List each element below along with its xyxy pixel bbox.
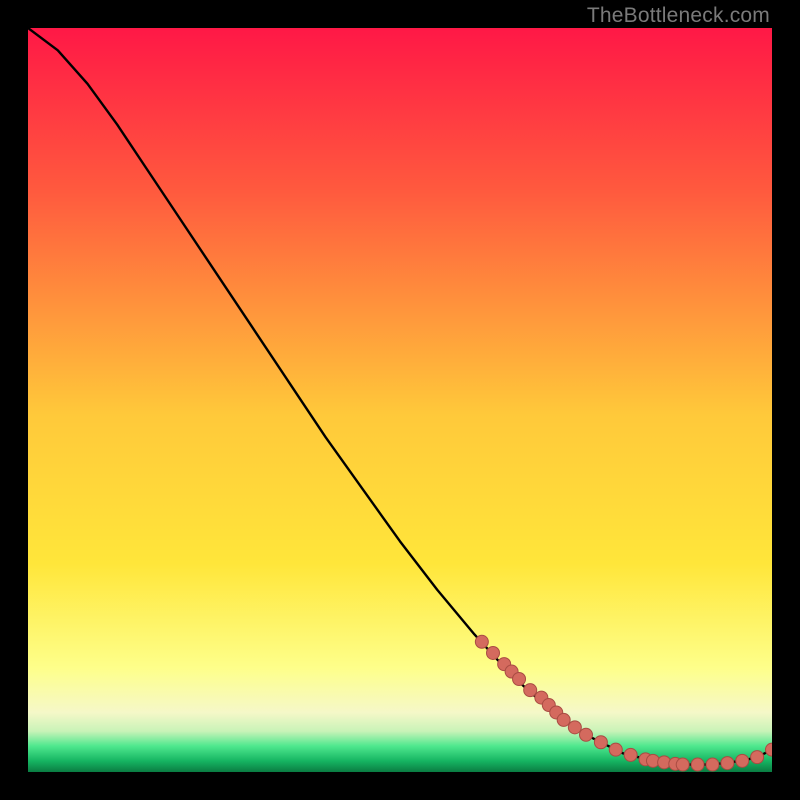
data-point	[624, 748, 637, 761]
data-point	[676, 758, 689, 771]
data-point	[557, 713, 570, 726]
data-point	[609, 743, 622, 756]
data-point	[513, 673, 526, 686]
data-point	[706, 758, 719, 771]
data-point	[524, 684, 537, 697]
data-point	[751, 751, 764, 764]
chart-frame	[28, 28, 772, 772]
data-point	[691, 758, 704, 771]
gradient-background	[28, 28, 772, 772]
data-point	[580, 728, 593, 741]
bottleneck-chart	[28, 28, 772, 772]
watermark-text: TheBottleneck.com	[587, 4, 770, 28]
data-point	[568, 721, 581, 734]
data-point	[736, 754, 749, 767]
data-point	[721, 757, 734, 770]
data-point	[594, 736, 607, 749]
data-point	[487, 646, 500, 659]
data-point	[475, 635, 488, 648]
